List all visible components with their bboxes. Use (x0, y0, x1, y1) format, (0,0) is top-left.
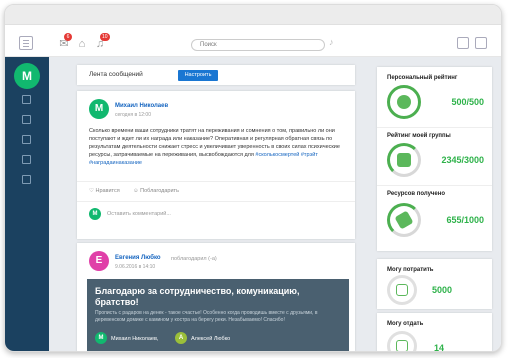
wallet-icon (387, 275, 417, 305)
feed-header: Лента сообщений Настроить (77, 65, 355, 85)
spend-card: Могу потратить 5000 (377, 259, 492, 309)
post-action: поблагодарил (-а) (171, 256, 217, 262)
menu-icon[interactable] (19, 36, 33, 50)
profile-icon[interactable]: ⌂ (75, 37, 89, 51)
resources-value: 655/1000 (446, 215, 484, 225)
rating-card: Персональный рейтинг 500/500 Рейтинг мое… (377, 67, 492, 251)
post-author[interactable]: Михаил Николаев (115, 103, 168, 109)
messages-badge: 6 (64, 33, 72, 41)
comment-divider (77, 201, 355, 202)
comment-avatar: M (89, 208, 101, 220)
post-card: M Михаил Николаев сегодня в 12:00 Скольк… (77, 91, 355, 239)
chart-icon[interactable] (22, 115, 31, 124)
resources-title: Ресурсов получено (387, 191, 446, 197)
thank-button[interactable]: ☺ Поблагодарить (133, 188, 179, 194)
give-card: Могу отдать 14 (377, 313, 492, 352)
sidebar: M (5, 57, 49, 351)
personal-rating-value: 500/500 (451, 97, 484, 107)
post-time: 9.06.2016 в 14:10 (115, 264, 156, 270)
can-give-title: Могу отдать (387, 321, 424, 327)
feed-title: Лента сообщений (89, 71, 143, 78)
person-name: Алексей Любко (191, 336, 231, 342)
divider (377, 185, 492, 186)
gift-icon (387, 331, 417, 351)
messages-icon[interactable]: ✉ 6 (57, 33, 72, 51)
like-button[interactable]: ♡ Нравится (89, 188, 120, 194)
post-divider (77, 181, 355, 182)
post-text: Сколько времени ваши сотрудники тратят н… (89, 127, 347, 167)
like-label: Нравится (95, 188, 120, 194)
author-avatar[interactable]: E (89, 251, 109, 271)
avatar: M (95, 332, 107, 344)
can-give-value: 14 (433, 343, 444, 352)
bell-icon[interactable]: ♪ (329, 37, 341, 49)
window-chrome (5, 5, 501, 25)
thank-label: Поблагодарить (140, 188, 179, 194)
thanks-text: Прописть с радаров на денек - такое счас… (95, 310, 318, 323)
thanks-card: Благодарю за сотрудничество, комуникацию… (87, 279, 349, 351)
person-name: Михаил Николаев, (111, 336, 159, 342)
logout-icon[interactable] (475, 37, 487, 49)
trophy-icon (387, 143, 421, 177)
author-avatar[interactable]: M (89, 99, 109, 119)
divider (377, 127, 492, 128)
can-spend-title: Могу потратить (387, 267, 434, 273)
money-icon (387, 203, 421, 237)
comment-input[interactable]: Оставить комментарий... (107, 211, 171, 217)
medal-icon (387, 85, 421, 119)
group-rating-value: 2345/3000 (441, 155, 484, 165)
configure-button[interactable]: Настроить (178, 70, 218, 81)
group-rating-title: Рейтинг моей группы (387, 133, 451, 139)
notifications-icon[interactable]: ♫ 10 (93, 33, 110, 51)
notifications-badge: 10 (100, 33, 110, 41)
avatar: A (175, 332, 187, 344)
bag-icon[interactable] (22, 175, 31, 184)
grid-icon[interactable] (22, 155, 31, 164)
search-input[interactable]: Поиск (191, 39, 325, 51)
post-author[interactable]: Евгения Любко (115, 255, 161, 261)
thanks-title: Благодарю за сотрудничество, комуникацию… (95, 286, 300, 307)
app-window: ✉ 6 ⌂ ♫ 10 Поиск ♪ M Лента сообщений Нас… (4, 4, 502, 352)
settings-icon[interactable] (457, 37, 469, 49)
avatar[interactable]: M (14, 63, 40, 89)
top-bar: ✉ 6 ⌂ ♫ 10 Поиск ♪ (5, 31, 501, 57)
shop-icon[interactable] (22, 135, 31, 144)
personal-rating-title: Персональный рейтинг (387, 75, 458, 81)
home-icon[interactable] (22, 95, 31, 104)
can-spend-value: 5000 (431, 285, 452, 295)
post-card: E Евгения Любко поблагодарил (-а) 9.06.2… (77, 243, 355, 351)
post-time: сегодня в 12:00 (115, 112, 151, 118)
